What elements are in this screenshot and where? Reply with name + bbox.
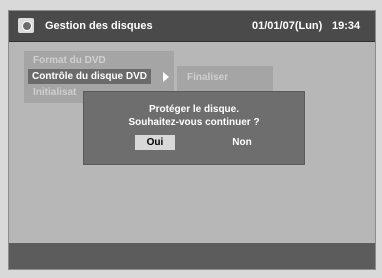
page-title: Gestion des disques bbox=[45, 20, 153, 32]
disc-icon bbox=[18, 18, 34, 33]
footer-bar bbox=[9, 243, 375, 269]
menu-item-initialisation[interactable]: Initialisat bbox=[33, 87, 76, 98]
oui-button[interactable]: Oui bbox=[135, 135, 175, 150]
submenu-item-finaliser[interactable]: Finaliser bbox=[187, 72, 228, 83]
menu-item-format-dvd[interactable]: Format du DVD bbox=[33, 55, 106, 66]
menu-item-controle-disque[interactable]: Contrôle du disque DVD bbox=[28, 69, 151, 84]
non-button[interactable]: Non bbox=[222, 135, 262, 150]
dialog-message-line1: Protéger le disque. bbox=[148, 104, 240, 115]
date-display: 01/01/07(Lun) bbox=[252, 20, 323, 32]
time-display: 19:34 bbox=[332, 20, 361, 32]
dvd-menu-screen: Gestion des disques 01/01/07(Lun) 19:34 … bbox=[8, 10, 376, 270]
confirm-dialog: Protéger le disque. Souhaitez-vous conti… bbox=[83, 91, 305, 165]
header-bar: Gestion des disques 01/01/07(Lun) 19:34 bbox=[9, 11, 375, 42]
chevron-right-icon bbox=[163, 72, 169, 82]
dialog-message-line2: Souhaitez-vous continuer ? bbox=[128, 117, 260, 128]
